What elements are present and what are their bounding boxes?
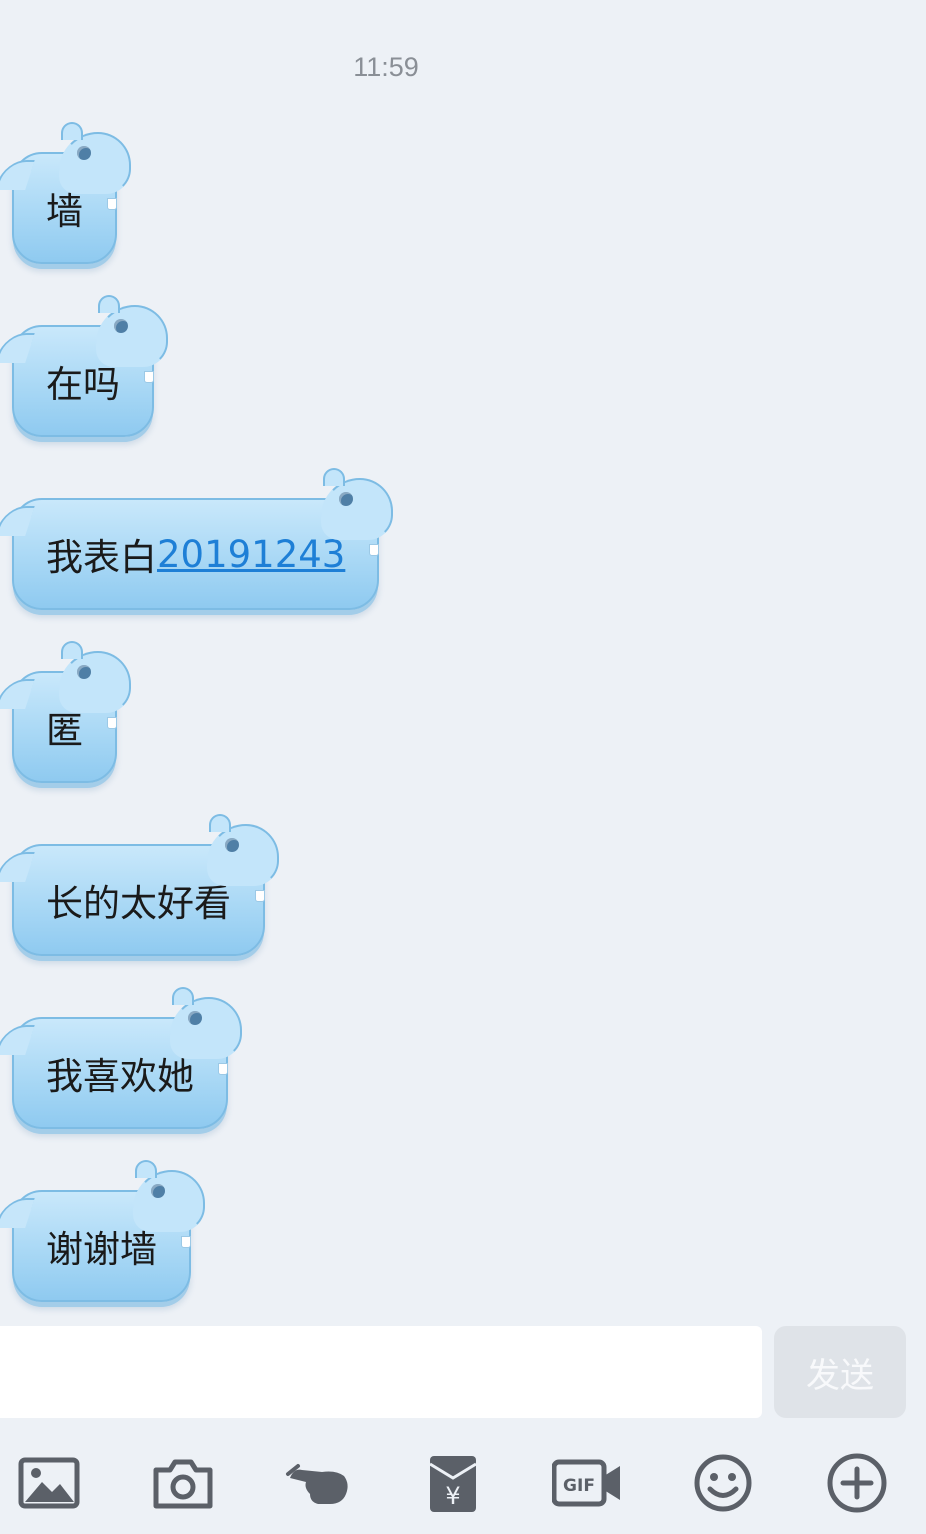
emoji-icon[interactable] xyxy=(688,1448,758,1518)
message-text: 我表白 xyxy=(46,536,157,579)
message-bubble[interactable]: 我喜欢她 xyxy=(0,987,242,1129)
message-row: 谢谢墙 xyxy=(0,1160,205,1302)
chat-area: 11:59 墙 在吗 我表白 20191243 匿 长的太好看 我喜欢她 谢谢墙 xyxy=(0,0,926,1320)
message-row: 墙 xyxy=(0,122,131,264)
gif-icon[interactable]: GIF xyxy=(552,1448,622,1518)
message-row: 我表白 20191243 xyxy=(0,468,394,610)
bubble-eye-icon xyxy=(225,838,239,852)
bubble-eye-icon xyxy=(151,1184,165,1198)
message-row: 我喜欢她 xyxy=(0,987,242,1129)
message-timestamp: 11:59 xyxy=(353,52,419,82)
bubble-eye-icon xyxy=(188,1011,202,1025)
message-bubble[interactable]: 谢谢墙 xyxy=(0,1160,205,1302)
send-button[interactable]: 发送 xyxy=(774,1326,906,1418)
svg-text:GIF: GIF xyxy=(563,1476,595,1496)
input-bar: 发送 xyxy=(0,1322,926,1422)
bubble-eye-icon xyxy=(77,146,91,160)
red-packet-icon[interactable]: ¥ xyxy=(418,1448,488,1518)
message-bubble[interactable]: 墙 xyxy=(0,122,131,264)
message-bubble[interactable]: 在吗 xyxy=(0,295,168,437)
message-text: 长的太好看 xyxy=(46,882,231,925)
message-bubble[interactable]: 我表白 20191243 xyxy=(0,468,394,610)
message-row: 长的太好看 xyxy=(0,814,279,956)
message-text: 我喜欢她 xyxy=(46,1055,194,1098)
message-row: 匿 xyxy=(0,641,131,783)
message-bubble[interactable]: 匿 xyxy=(0,641,131,783)
input-toolbar: ¥ GIF xyxy=(0,1430,926,1534)
svg-text:¥: ¥ xyxy=(445,1482,460,1510)
plus-icon[interactable] xyxy=(822,1448,892,1518)
bubble-eye-icon xyxy=(77,665,91,679)
bubble-eye-icon xyxy=(114,319,128,333)
message-input[interactable] xyxy=(0,1326,762,1418)
message-number-link[interactable]: 20191243 xyxy=(157,533,345,576)
image-icon[interactable] xyxy=(14,1448,84,1518)
message-row: 在吗 xyxy=(0,295,168,437)
message-bubble[interactable]: 长的太好看 xyxy=(0,814,279,956)
camera-icon[interactable] xyxy=(148,1448,218,1518)
poke-icon[interactable] xyxy=(284,1448,354,1518)
